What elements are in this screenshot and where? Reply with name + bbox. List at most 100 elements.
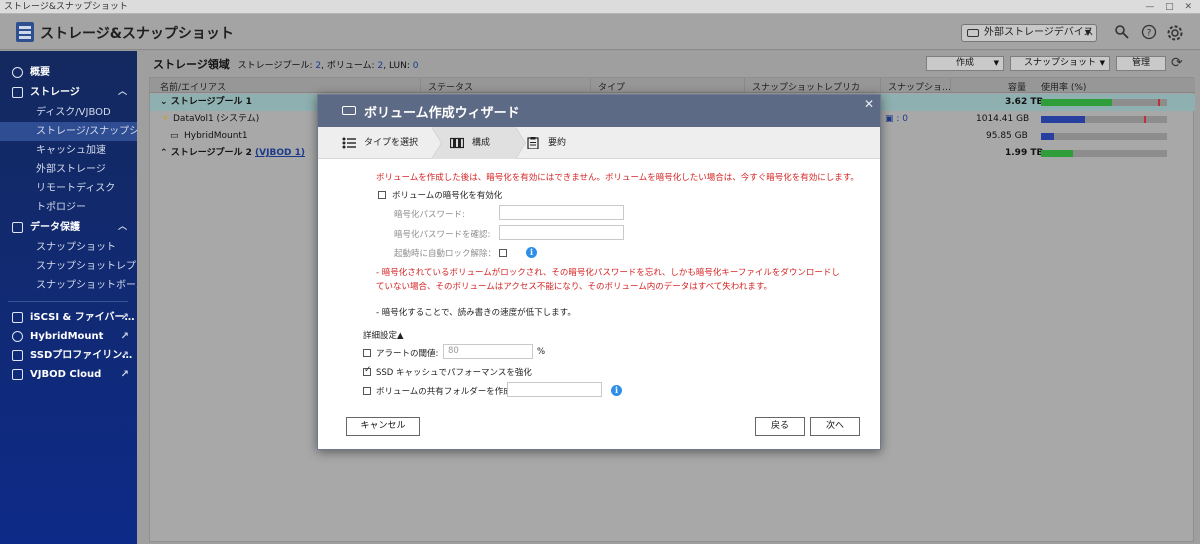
- snapshot-button-label: スナップショット: [1023, 58, 1096, 68]
- drive-icon: [967, 29, 979, 37]
- column-header-usage[interactable]: 使用率 (%): [1041, 80, 1086, 93]
- next-button[interactable]: 次へ: [810, 417, 860, 436]
- sidebar-item-iscsi[interactable]: iSCSI & ファイバー… ↗: [0, 308, 137, 327]
- chevron-up-icon: ︿: [117, 222, 127, 232]
- shared-folder-name-input[interactable]: [507, 382, 602, 397]
- sidebar-item-cache[interactable]: キャッシュ加速: [0, 141, 137, 160]
- info-icon[interactable]: i: [611, 385, 622, 396]
- ssd-cache-checkbox[interactable]: [363, 365, 372, 376]
- svg-text:?: ?: [1147, 29, 1152, 39]
- step-separator: [431, 127, 441, 159]
- encryption-password-input[interactable]: [499, 205, 624, 220]
- sidebar-item-label: SSDプロファイリン…: [30, 350, 133, 361]
- sidebar-item-vjbod-cloud[interactable]: VJBOD Cloud ↗: [0, 365, 137, 384]
- encryption-speed-note: - 暗号化することで、読み書きの速度が低下します。: [376, 308, 576, 318]
- manage-button[interactable]: 管理: [1116, 56, 1166, 71]
- cloud-icon: [12, 331, 23, 342]
- external-storage-device-dropdown[interactable]: 外部ストレージデバイス ▼: [961, 24, 1097, 42]
- info-icon[interactable]: i: [526, 247, 537, 258]
- help-icon[interactable]: ?: [1140, 24, 1158, 42]
- sidebar-item-overview[interactable]: 概要: [0, 63, 137, 82]
- sidebar-item-disks[interactable]: ディスク/VJBOD: [0, 103, 137, 122]
- back-button[interactable]: 戻る: [755, 417, 805, 436]
- column-divider: [950, 78, 951, 93]
- shared-folder-label: ボリュームの共有フォルダーを作成: [376, 387, 512, 397]
- list-icon: [342, 137, 356, 149]
- sidebar-item-label: ストレージ: [30, 87, 80, 98]
- drive-icon: ▭: [170, 131, 179, 141]
- vjbod-icon: [12, 369, 23, 380]
- vjbod-link[interactable]: (VJBOD 1): [255, 148, 305, 158]
- sidebar-item-storage[interactable]: ストレージ ︿: [0, 83, 137, 102]
- sidebar-item-storage-snapshots[interactable]: ストレージ/スナップショ…: [0, 122, 137, 141]
- usage-bar: [1041, 150, 1167, 157]
- create-button[interactable]: 作成 ▼: [926, 56, 1004, 71]
- snapshot-button[interactable]: スナップショット ▼: [1010, 56, 1110, 71]
- alert-threshold-label: アラートの閾値:: [376, 349, 439, 359]
- row-capacity: 1014.41 GB: [976, 114, 1030, 124]
- confirm-password-input[interactable]: [499, 225, 624, 240]
- auto-unlock-label: 起動時に自動ロック解除：: [394, 249, 497, 259]
- column-divider: [590, 78, 591, 93]
- snapshot-count[interactable]: ▣ : 0: [885, 111, 908, 128]
- confirm-password-label: 暗号化パスワードを確認:: [394, 230, 491, 240]
- alert-threshold-input[interactable]: 80: [443, 344, 533, 359]
- sidebar-item-hybridmount[interactable]: HybridMount ↗: [0, 327, 137, 346]
- row-capacity: 3.62 TB: [1005, 97, 1044, 107]
- column-divider: [744, 78, 745, 93]
- column-header-snapshot-replica[interactable]: スナップショットレプリカ: [752, 80, 860, 93]
- chevron-down-icon: ▼: [1084, 28, 1091, 37]
- enable-encryption-label: ボリュームの暗号化を有効化: [392, 191, 503, 201]
- pool-count: 2: [315, 61, 322, 71]
- row-name-text: ストレージプール 2: [170, 148, 252, 158]
- sidebar: 概要 ストレージ ︿ ディスク/VJBOD ストレージ/スナップショ… キャッシ…: [0, 51, 137, 544]
- row-capacity: 95.85 GB: [986, 131, 1028, 141]
- sidebar-item-snapshot-vault[interactable]: スナップショットボールト: [0, 276, 137, 295]
- encryption-loss-warning-2: ていない場合、そのボリュームはアクセス不能になり、そのボリューム内のデータはすべ…: [376, 282, 773, 292]
- advanced-settings-toggle[interactable]: 詳細設定▲: [363, 329, 404, 341]
- usage-fill: [1041, 116, 1086, 123]
- cancel-button[interactable]: キャンセル: [346, 417, 420, 436]
- shared-folder-checkbox[interactable]: [363, 387, 371, 395]
- row-name: HybridMount1: [184, 131, 248, 141]
- external-link-icon: ↗: [120, 350, 129, 361]
- step-label: 構成: [472, 138, 491, 148]
- enable-encryption-checkbox[interactable]: [378, 191, 386, 199]
- usage-fill: [1041, 133, 1054, 140]
- auto-unlock-checkbox[interactable]: [499, 249, 507, 257]
- sidebar-item-external-storage[interactable]: 外部ストレージ: [0, 160, 137, 179]
- search-tool-icon[interactable]: [1113, 24, 1131, 42]
- sidebar-item-snapshot[interactable]: スナップショット: [0, 238, 137, 257]
- gear-icon[interactable]: [1166, 24, 1184, 42]
- column-header-type[interactable]: タイプ: [598, 80, 625, 93]
- chevron-down-icon: ▼: [1099, 59, 1105, 67]
- wizard-body: ボリュームを作成した後は、暗号化を有効にはできません。ボリュームを暗号化したい場…: [318, 160, 880, 450]
- column-divider: [420, 78, 421, 93]
- sidebar-item-data-protection[interactable]: データ保護 ︿: [0, 218, 137, 237]
- sidebar-item-topology[interactable]: トポロジー: [0, 198, 137, 217]
- window-controls[interactable]: — □ ✕: [1145, 0, 1196, 14]
- clipboard-icon: [527, 137, 539, 149]
- sidebar-item-ssd-profiling[interactable]: SSDプロファイリン… ↗: [0, 346, 137, 365]
- storage-stats: ストレージプール: 2, ボリューム: 2, LUN: 0: [237, 61, 419, 71]
- sidebar-item-snapshot-replica[interactable]: スナップショットレプリカ: [0, 257, 137, 276]
- column-header-status[interactable]: ステータス: [428, 80, 473, 93]
- external-link-icon: ↗: [120, 369, 129, 380]
- step-label: タイプを選択: [364, 138, 419, 148]
- close-icon[interactable]: ✕: [864, 97, 874, 111]
- wizard-titlebar: ボリューム作成ウィザード ✕: [318, 95, 880, 127]
- column-header-name[interactable]: 名前/エイリアス: [160, 80, 226, 93]
- sidebar-item-remote-disk[interactable]: リモートディスク: [0, 179, 137, 198]
- column-header-capacity[interactable]: 容量: [1008, 80, 1026, 93]
- external-link-icon: ↗: [120, 331, 129, 342]
- row-capacity: 1.99 TB: [1005, 148, 1044, 158]
- table-header: 名前/エイリアス ステータス タイプ スナップショットレプリカ スナップショ… …: [150, 78, 1195, 93]
- lun-count-label: LUN:: [388, 61, 410, 71]
- column-header-snapshot[interactable]: スナップショ…: [888, 80, 951, 93]
- row-name-text: ストレージプール 1: [170, 97, 252, 107]
- alert-threshold-checkbox[interactable]: [363, 349, 371, 357]
- system-volume-icon: ⚡: [162, 114, 169, 124]
- create-button-label: 作成: [955, 58, 974, 68]
- refresh-icon[interactable]: ⟳: [1171, 55, 1183, 71]
- usage-bar: [1041, 133, 1167, 140]
